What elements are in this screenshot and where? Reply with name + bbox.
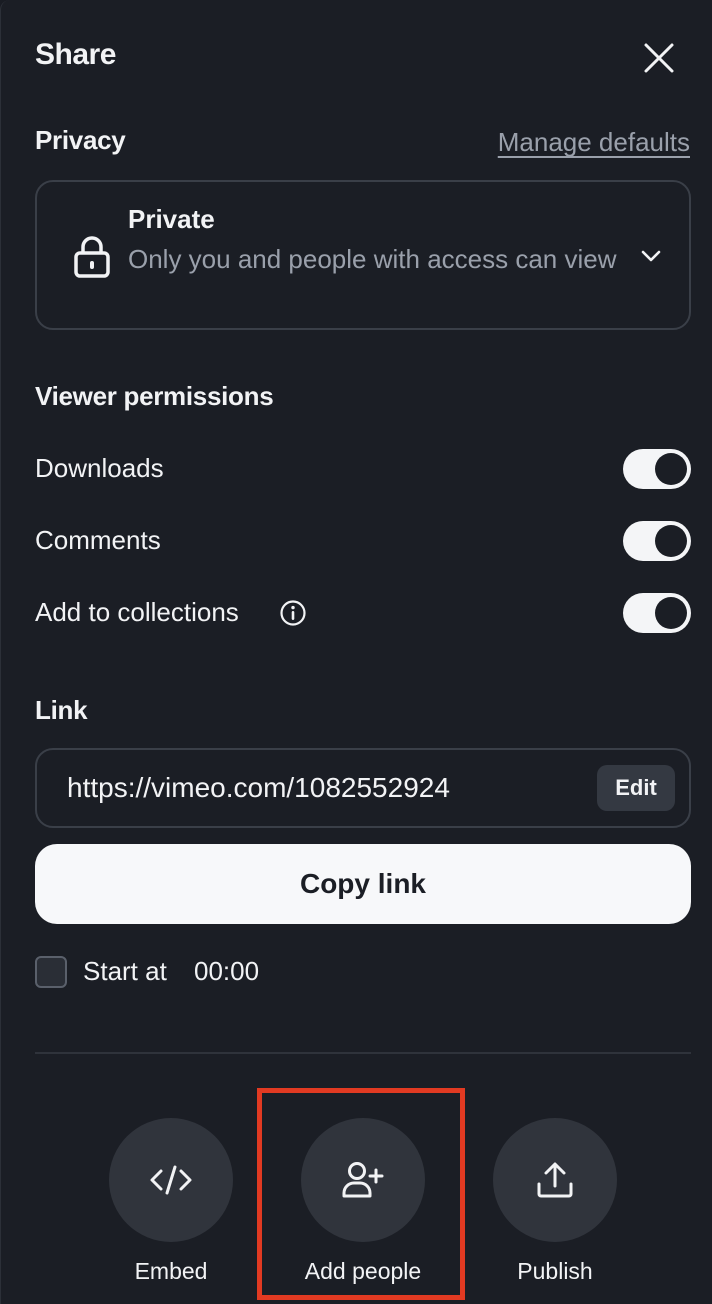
embed-button[interactable]	[109, 1118, 233, 1242]
permission-label: Add to collections	[35, 597, 239, 627]
action-label: Publish	[517, 1258, 593, 1284]
permission-label: Comments	[35, 525, 161, 555]
divider	[35, 1052, 691, 1054]
share-panel: Share Privacy Manage defaults Private On…	[0, 0, 712, 1304]
chevron-down-icon	[641, 250, 661, 262]
upload-icon	[537, 1162, 573, 1198]
action-label: Embed	[134, 1258, 208, 1284]
start-at-label: Start at	[83, 956, 167, 986]
code-icon	[150, 1165, 192, 1195]
publish-button[interactable]	[493, 1118, 617, 1242]
edit-link-button[interactable]: Edit	[597, 765, 675, 811]
start-at-checkbox[interactable]	[35, 956, 67, 988]
privacy-label: Privacy	[35, 125, 126, 155]
start-at-time[interactable]: 00:00	[194, 956, 259, 987]
link-url: https://vimeo.com/1082552924	[67, 772, 450, 803]
link-field: https://vimeo.com/1082552924 Edit	[35, 748, 691, 828]
viewer-permissions-label: Viewer permissions	[35, 381, 274, 411]
close-icon[interactable]	[637, 36, 681, 80]
privacy-selected-description: Only you and people with access can view	[128, 244, 617, 274]
panel-title: Share	[35, 38, 116, 71]
comments-toggle[interactable]	[623, 521, 691, 561]
copy-link-button[interactable]: Copy link	[35, 844, 691, 924]
downloads-toggle[interactable]	[623, 449, 691, 489]
info-icon[interactable]	[279, 599, 307, 627]
add-to-collections-toggle[interactable]	[623, 593, 691, 633]
lock-icon	[74, 236, 110, 278]
highlight-box	[257, 1088, 465, 1300]
privacy-select[interactable]: Private Only you and people with access …	[35, 180, 691, 330]
publish-action: Publish	[493, 1118, 617, 1285]
permission-row-downloads: Downloads	[35, 449, 691, 489]
permission-row-add-to-collections: Add to collections	[35, 593, 691, 633]
permission-label: Downloads	[35, 453, 164, 483]
manage-defaults-link[interactable]: Manage defaults	[498, 127, 690, 158]
privacy-selected-title: Private	[128, 204, 215, 234]
link-label: Link	[35, 695, 88, 725]
embed-action: Embed	[109, 1118, 233, 1285]
permission-row-comments: Comments	[35, 521, 691, 561]
